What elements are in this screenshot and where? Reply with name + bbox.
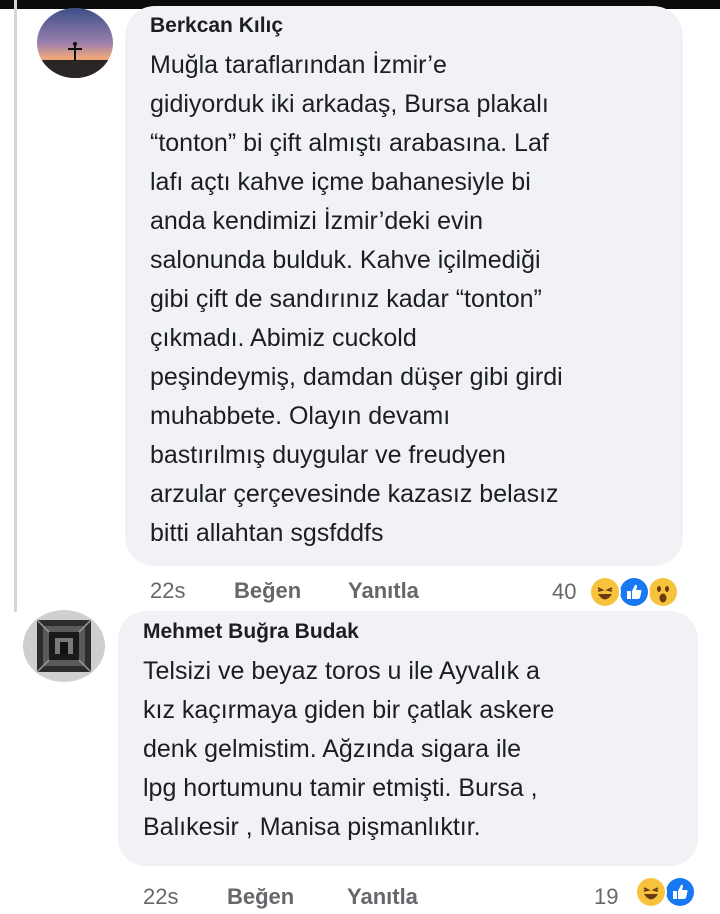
thread-line <box>14 0 17 612</box>
like-icon[interactable] <box>664 876 696 908</box>
haha-icon[interactable] <box>635 876 667 908</box>
comment-timestamp[interactable]: 22s <box>150 578 185 604</box>
comment-text: Telsizi ve beyaz toros u ile Ayvalık a k… <box>143 657 555 841</box>
reaction-count[interactable]: 40 <box>552 579 576 605</box>
comment-text: Muğla taraflarından İzmir’e gidiyorduk i… <box>150 51 563 547</box>
comment-author[interactable]: Berkcan Kılıç <box>150 14 283 38</box>
comment-actions: 22s Beğen Yanıtla <box>143 884 443 914</box>
comment-author[interactable]: Mehmet Buğra Budak <box>143 620 359 644</box>
comment-actions: 22s Beğen Yanıtla <box>150 578 450 608</box>
reaction-count[interactable]: 19 <box>594 884 618 910</box>
comment-timestamp[interactable]: 22s <box>143 884 178 910</box>
wow-icon[interactable] <box>647 576 679 608</box>
like-button[interactable]: Beğen <box>227 884 294 910</box>
reply-button[interactable]: Yanıtla <box>348 578 419 604</box>
like-icon[interactable] <box>618 576 650 608</box>
haha-icon[interactable] <box>589 576 621 608</box>
avatar[interactable] <box>37 8 113 78</box>
avatar[interactable] <box>23 610 105 682</box>
like-button[interactable]: Beğen <box>234 578 301 604</box>
reply-button[interactable]: Yanıtla <box>347 884 418 910</box>
